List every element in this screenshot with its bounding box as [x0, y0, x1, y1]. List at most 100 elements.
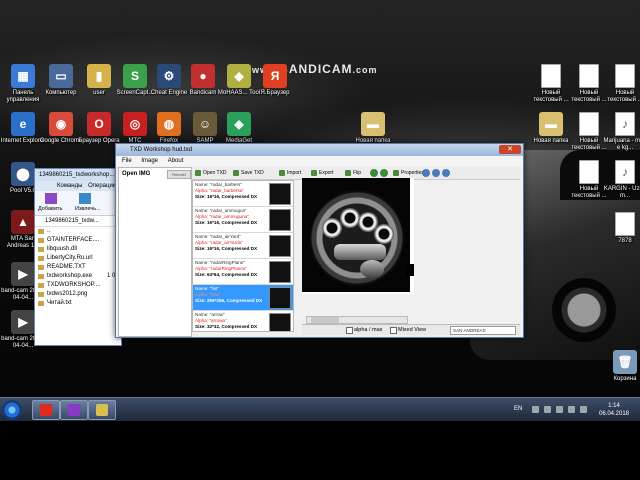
- texture-entry[interactable]: Name: "arrow" Alpha: "arrowa" Size: 32*32,…: [193, 311, 293, 331]
- archive-file-row[interactable]: txdws2012.png: [35, 290, 121, 299]
- texture-size: Size: 64*64, Compressed DX: [195, 272, 258, 277]
- desktop-icon-recycle-bin[interactable]: 🗑 Корзина: [602, 350, 640, 383]
- network-icon[interactable]: [544, 406, 551, 413]
- mta-san-andreas-icon: ▲: [11, 210, 35, 234]
- tray-arrow-icon[interactable]: [532, 406, 539, 413]
- txd-statusbar: alpha / mas Mixed View SAN ANDREAS: [302, 324, 520, 335]
- menu-about[interactable]: About: [168, 158, 184, 164]
- txd-titlebar[interactable]: TXD Workshop hud.txd ✕: [116, 144, 523, 156]
- marijuana-icon: ♪: [615, 112, 635, 136]
- archive-file-name: LibertyCity.Ru.url: [47, 255, 93, 261]
- mixed-view-checkbox[interactable]: [390, 327, 397, 334]
- add-button[interactable]: Добавить: [38, 206, 62, 212]
- flip-button[interactable]: Flip: [344, 169, 361, 177]
- archive-file-row[interactable]: GTAINTERFACE....: [35, 236, 121, 245]
- game-select[interactable]: SAN ANDREAS: [450, 326, 516, 335]
- archive-window[interactable]: 1349860215_txdworkshop... Команды Операц…: [34, 168, 122, 346]
- texture-size: Size: 16*16, Compressed DX: [195, 246, 258, 251]
- export-button[interactable]: Export: [310, 169, 333, 177]
- archive-icon: [68, 404, 80, 416]
- archive-file-row[interactable]: txdworkshop.exe 1 0: [35, 272, 121, 281]
- menu-image[interactable]: Image: [141, 158, 158, 164]
- taskbar-archive-button[interactable]: [60, 400, 88, 420]
- clock[interactable]: 1:14 06.04.2018: [598, 402, 630, 418]
- kargin-icon: ♪: [615, 160, 635, 184]
- desktop-icon-marijuana[interactable]: ♪ Marijuana - mek e kg...: [602, 112, 640, 152]
- texture-thumbnail: [269, 235, 291, 257]
- menu-commands[interactable]: Команды: [57, 183, 82, 189]
- rotate-left-icon[interactable]: [370, 169, 378, 177]
- open-txd-button[interactable]: Open TXD: [194, 169, 227, 177]
- mixed-view-label: Mixed View: [398, 327, 427, 333]
- rotate-right-icon[interactable]: [380, 169, 388, 177]
- desktop-icon-new-folder-1[interactable]: ▬ Новая папка: [350, 112, 396, 145]
- new-doc-1-icon: [541, 64, 561, 88]
- desktop-icon-mediaget[interactable]: ◈ MediaGet: [216, 112, 262, 145]
- archive-file-row[interactable]: ..: [35, 227, 121, 236]
- volume-icon[interactable]: [556, 406, 563, 413]
- desktop-icon-label: Marijuana - mek e kg...: [603, 138, 640, 151]
- desktop-icon-new-doc-3[interactable]: Новый текстовый ...: [602, 64, 640, 104]
- screencapture-icon: S: [123, 64, 147, 88]
- preview-scrollbar[interactable]: [306, 316, 408, 324]
- texture-size: Size: 256*256, Compressed DX: [195, 298, 263, 303]
- pool-icon: ⬤: [11, 162, 35, 186]
- img-pane[interactable]: Open IMG Rebuild: [118, 167, 192, 337]
- archive-file-row[interactable]: Читай.txt: [35, 299, 121, 308]
- power-icon[interactable]: [580, 406, 587, 413]
- fist-knuckle: [340, 208, 360, 228]
- zoom-fit-icon[interactable]: [442, 169, 450, 177]
- archive-menu[interactable]: Команды Операции: [35, 181, 121, 191]
- texture-entry[interactable]: Name: "radar_barbers" Alpha: "radar_barbe…: [193, 181, 293, 207]
- new-doc-2-icon: [579, 64, 599, 88]
- archive-file-name: GTAINTERFACE....: [47, 237, 100, 243]
- scrollbar-thumb[interactable]: [311, 317, 339, 323]
- zoom-out-icon[interactable]: [432, 169, 440, 177]
- rebuild-button[interactable]: Rebuild: [167, 170, 191, 179]
- archive-file-row[interactable]: README.TXT: [35, 263, 121, 272]
- alpha-checkbox[interactable]: [346, 327, 353, 334]
- start-button[interactable]: [2, 400, 22, 420]
- desktop-icon-kargin[interactable]: ♪ KARGIN - Uzog m...: [602, 160, 640, 200]
- clock-date: 06.04.2018: [598, 411, 630, 417]
- extract-icon[interactable]: [79, 193, 91, 204]
- fist-knuckle: [374, 224, 394, 244]
- import-button[interactable]: Import: [278, 169, 301, 177]
- archive-file-row[interactable]: libquush.dll: [35, 245, 121, 254]
- archive-file-row[interactable]: LibertyCity.Ru.url: [35, 254, 121, 263]
- desktop-icon-7878[interactable]: 7878: [602, 212, 640, 245]
- new-doc-4-icon: [579, 112, 599, 136]
- alpha-mask-label: alpha / mas: [354, 327, 383, 333]
- bandicam-video-1-icon: ▶: [11, 262, 35, 286]
- taskbar-txd-button[interactable]: [88, 400, 116, 420]
- txd-title: TXD Workshop hud.txd: [130, 147, 192, 153]
- archive-path[interactable]: 1349860215_txdw...: [35, 216, 121, 227]
- archive-title[interactable]: 1349860215_txdworkshop...: [35, 169, 121, 181]
- control-panel-icon: ▦: [11, 64, 35, 88]
- texture-size: Size: 32*32, Compressed DX: [195, 324, 258, 329]
- desktop-icon-label: Я.Браузер: [260, 90, 290, 96]
- texture-entry[interactable]: Name: "radar_airYard" Alpha: "radar_airYa…: [193, 233, 293, 259]
- desktop-icon-label: Новый текстовый ...: [607, 90, 640, 103]
- texture-entry[interactable]: Name: "radarRingPlane" Alpha: "radarRingP…: [193, 259, 293, 285]
- language-indicator[interactable]: EN: [514, 406, 522, 412]
- save-txd-button[interactable]: Save TXD: [232, 169, 264, 177]
- add-icon[interactable]: [45, 193, 57, 204]
- texture-list[interactable]: Name: "radar_barbers" Alpha: "radar_barbe…: [192, 180, 294, 332]
- car-wheel-front: [552, 278, 616, 342]
- texture-entry[interactable]: Name: "fist" Alpha: "fista" Size: 256*256,…: [193, 285, 293, 311]
- txd-workshop-window[interactable]: TXD Workshop hud.txd ✕ File Image About …: [115, 143, 524, 338]
- menu-file[interactable]: File: [122, 158, 132, 164]
- menu-operations[interactable]: Операции: [88, 183, 116, 189]
- properties-button[interactable]: Properties: [392, 169, 424, 177]
- texture-entry[interactable]: Name: "radar_ammugun" Alpha: "radar_ammug…: [193, 207, 293, 233]
- desktop-icon-ya-browser[interactable]: Я Я.Браузер: [252, 64, 298, 97]
- flag-icon[interactable]: [568, 406, 575, 413]
- extract-button[interactable]: Извлечь...: [75, 206, 101, 212]
- desktop-icon-label: 7878: [618, 238, 632, 244]
- close-icon[interactable]: ✕: [499, 145, 521, 154]
- archive-file-row[interactable]: TXDWORKSHOP....: [35, 281, 121, 290]
- new-folder-1-icon: ▬: [361, 112, 385, 136]
- zoom-in-icon[interactable]: [422, 169, 430, 177]
- taskbar-yandex-button[interactable]: [32, 400, 60, 420]
